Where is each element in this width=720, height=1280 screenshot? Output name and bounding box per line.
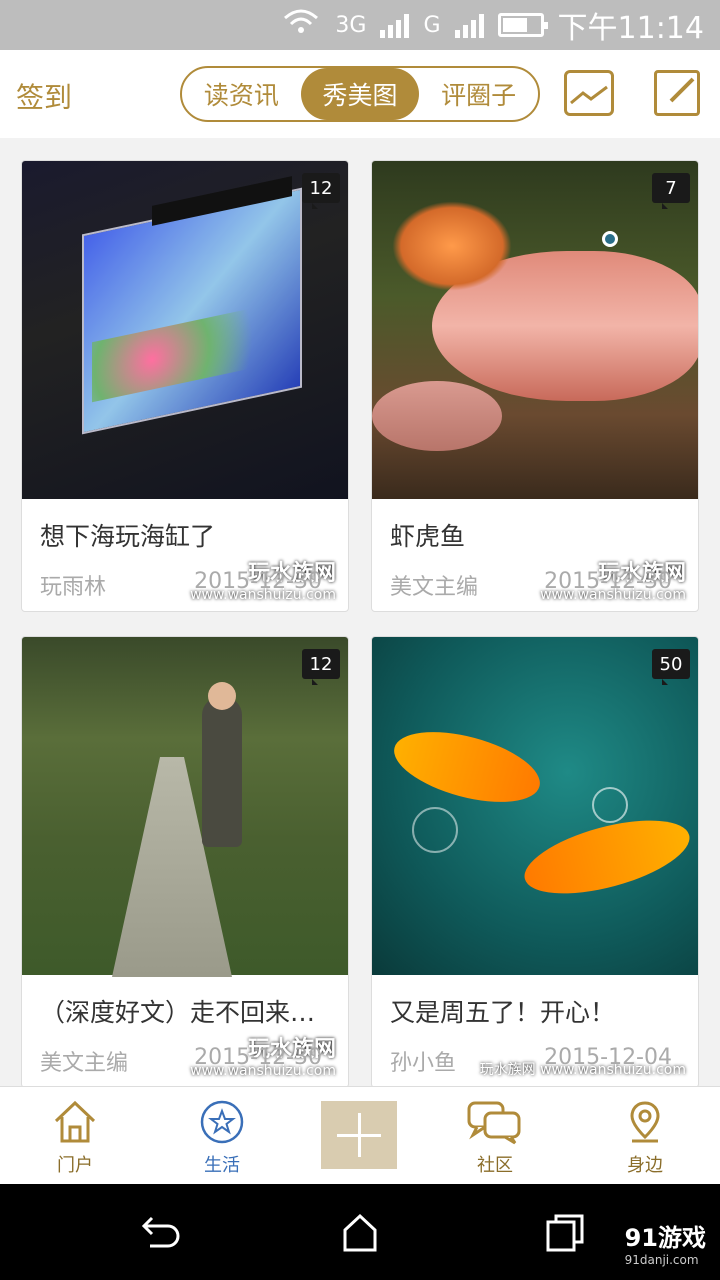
- card-author: 玩雨林: [40, 575, 107, 600]
- comment-count-badge: 7: [652, 173, 690, 209]
- tab-label: 门户: [57, 1155, 93, 1176]
- card-title: （深度好文）走不回来…: [40, 998, 316, 1027]
- card-author: 美文主编: [40, 1051, 129, 1076]
- card-title: 虾虎鱼: [390, 522, 466, 551]
- recents-icon[interactable]: [540, 1208, 590, 1258]
- comment-count-badge: 12: [302, 649, 340, 685]
- tab-life[interactable]: 生活: [147, 1087, 297, 1185]
- photo-upload-icon[interactable]: [564, 70, 614, 116]
- back-icon[interactable]: [134, 1208, 184, 1258]
- tab-home[interactable]: 门户: [0, 1087, 150, 1185]
- star-circle-icon: [199, 1099, 245, 1145]
- tab-community[interactable]: 社区: [420, 1087, 570, 1185]
- network-type: 3G: [335, 12, 367, 38]
- feed-card[interactable]: 12 玩水族网 www.wanshuizu.com （深度好文）走不回来… 美文主…: [21, 636, 349, 1086]
- chat-bubbles-icon: [467, 1099, 523, 1145]
- clock: 下午11:14: [557, 11, 704, 46]
- tab-label: 社区: [477, 1155, 513, 1176]
- tab-circles[interactable]: 评圈子: [419, 68, 538, 120]
- segment-tabs: 读资讯 秀美图 评圈子: [180, 66, 540, 122]
- signal-icon: [380, 12, 410, 38]
- comment-count-badge: 12: [302, 173, 340, 209]
- home-icon: [52, 1099, 98, 1145]
- home-nav-icon[interactable]: [335, 1208, 385, 1258]
- comment-count-badge: 50: [652, 649, 690, 685]
- card-image: [22, 637, 348, 977]
- tab-label: 生活: [204, 1155, 240, 1176]
- tab-news[interactable]: 读资讯: [182, 68, 301, 120]
- checkin-button[interactable]: 签到: [16, 76, 72, 116]
- card-image: [22, 161, 348, 499]
- plus-icon[interactable]: [321, 1101, 397, 1169]
- card-date: 2015-12-30: [194, 569, 322, 594]
- card-date: 2015-12-04: [544, 1045, 672, 1070]
- bottom-tab-bar: 门户 生活 社区 身边: [0, 1086, 720, 1184]
- card-author: 孙小鱼: [390, 1051, 457, 1076]
- signal-icon-2: [454, 12, 484, 38]
- feed-card[interactable]: 50 玩水族网 www.wanshuizu.com 又是周五了！开心！ 孙小鱼 …: [371, 636, 699, 1086]
- card-author: 美文主编: [390, 575, 479, 600]
- location-pin-icon: [622, 1099, 668, 1145]
- system-nav-bar: 91游戏 91danji.com: [0, 1184, 720, 1280]
- site-watermark: 91游戏 91danji.com: [624, 1224, 706, 1267]
- carrier-g: G: [423, 12, 441, 38]
- compose-icon[interactable]: [654, 70, 700, 116]
- tab-nearby[interactable]: 身边: [570, 1087, 720, 1185]
- top-header: 签到 读资讯 秀美图 评圈子: [0, 50, 720, 138]
- card-title: 想下海玩海缸了: [40, 522, 216, 551]
- tab-photos[interactable]: 秀美图: [300, 68, 420, 120]
- tab-label: 身边: [627, 1155, 663, 1176]
- wifi-icon: [281, 8, 321, 42]
- feed-card[interactable]: 12 玩水族网 www.wanshuizu.com 想下海玩海缸了 玩雨林 201…: [21, 160, 349, 612]
- feed-card[interactable]: 7 玩水族网 www.wanshuizu.com 虾虎鱼 美文主编 2015-12…: [371, 160, 699, 612]
- card-title: 又是周五了！开心！: [390, 998, 616, 1027]
- card-image: [372, 161, 698, 499]
- card-image: [372, 637, 698, 975]
- battery-icon: [497, 13, 548, 37]
- card-date: 2015-12-30: [194, 1045, 322, 1070]
- card-date: 2015-12-30: [544, 569, 672, 594]
- photo-feed: 12 玩水族网 www.wanshuizu.com 想下海玩海缸了 玩雨林 201…: [0, 138, 720, 1086]
- status-bar: 3G G 下午11:14: [0, 0, 720, 50]
